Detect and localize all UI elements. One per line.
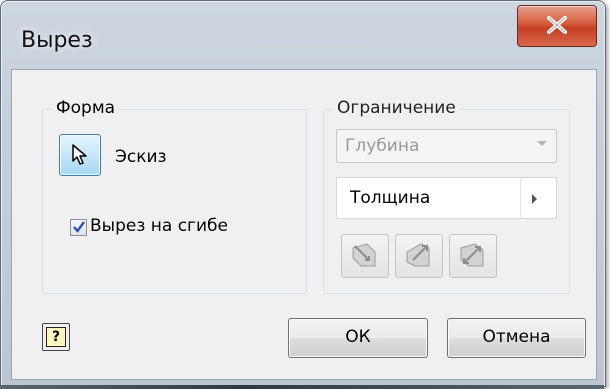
depth-select-value: Глубина: [345, 136, 420, 156]
checkmark-icon: [73, 221, 85, 233]
direction-1-icon: [352, 243, 376, 267]
chevron-right-icon[interactable]: [531, 193, 539, 205]
close-button[interactable]: [517, 5, 597, 47]
direction-2-icon: [406, 243, 430, 267]
direction-2-button[interactable]: [395, 234, 443, 278]
extent-group-label: Ограничение: [334, 98, 459, 118]
sketch-label: Эскиз: [115, 147, 167, 167]
chevron-down-icon: [537, 141, 547, 146]
cut-on-bend-label: Вырез на сгибе: [90, 216, 228, 236]
thickness-select-value: Толщина: [350, 188, 431, 208]
thickness-select[interactable]: Толщина: [336, 177, 557, 219]
close-icon: [547, 16, 567, 34]
sketch-select-button[interactable]: [59, 134, 101, 176]
window-title: Вырез: [21, 28, 93, 53]
thickness-separator: [520, 178, 521, 218]
dialog-window: Вырез Форма Эскиз Вырез на сгибе Огранич…: [0, 0, 606, 387]
help-button[interactable]: ?: [42, 323, 70, 351]
ok-button[interactable]: ОК: [288, 318, 428, 358]
direction-symmetric-icon: [460, 243, 484, 267]
cursor-arrow-icon: [72, 144, 87, 165]
title-bar[interactable]: Вырез: [1, 1, 605, 69]
shape-group-label: Форма: [53, 98, 119, 118]
background-strip: [0, 385, 604, 389]
direction-1-button[interactable]: [341, 234, 389, 278]
direction-symmetric-button[interactable]: [449, 234, 497, 278]
help-icon: ?: [46, 327, 66, 347]
depth-select[interactable]: Глубина: [336, 129, 557, 163]
screen: Вырез Форма Эскиз Вырез на сгибе Огранич…: [0, 0, 610, 389]
cancel-button[interactable]: Отмена: [447, 318, 586, 358]
cut-on-bend-checkbox[interactable]: [70, 219, 87, 236]
